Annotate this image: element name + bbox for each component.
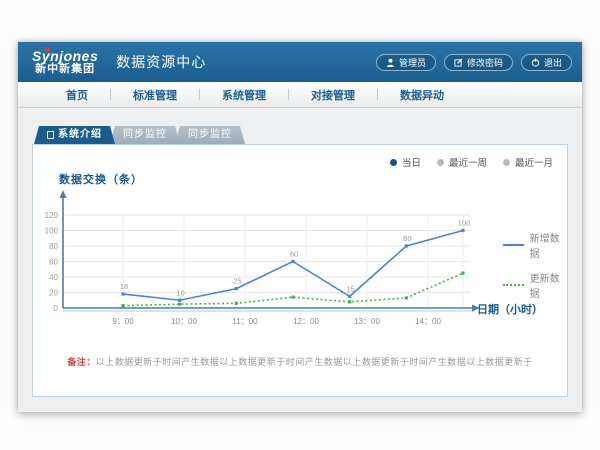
tab-label: 系统介绍 [58, 126, 102, 144]
svg-text:80: 80 [49, 242, 58, 251]
nav-item-home[interactable]: 首页 [44, 87, 110, 103]
svg-text:60: 60 [290, 250, 298, 259]
tab-sync-monitor-1[interactable]: 同步监控 [110, 126, 180, 144]
svg-text:40: 40 [49, 273, 58, 282]
svg-text:13：00: 13：00 [354, 317, 380, 326]
svg-text:14：00: 14：00 [415, 317, 441, 326]
logo-text-en: Synjones [32, 49, 98, 64]
svg-text:0: 0 [54, 304, 59, 313]
footnote-text: 以上数据更新于时间产生数据以上数据更新于时间产生数据以上数据更新于时间产生数据以… [96, 357, 533, 367]
tab-system-intro[interactable]: 系统介绍 [34, 126, 115, 144]
radio-icon [437, 159, 444, 166]
svg-text:120: 120 [45, 211, 59, 220]
svg-text:12：00: 12：00 [293, 317, 319, 326]
change-password-label: 修改密码 [467, 56, 503, 69]
svg-text:10：00: 10：00 [171, 317, 197, 326]
range-option-label: 最近一月 [515, 155, 553, 169]
document-icon [47, 131, 54, 139]
svg-text:20: 20 [49, 289, 58, 298]
page-title: 数据资源中心 [116, 52, 206, 72]
change-password-button[interactable]: 修改密码 [444, 54, 513, 71]
line-chart: 0 20 40 60 80 100 120 9：00 10：00 11：00 12：00 13：00 1… [33, 185, 513, 335]
legend-line-solid [503, 244, 524, 246]
range-option-label: 最近一周 [449, 155, 487, 169]
user-button[interactable]: 管理员 [376, 54, 436, 71]
screen: Synjones 新中新集团 数据资源中心 管理员 修改密码 [0, 0, 600, 450]
legend-line-dotted [503, 284, 524, 286]
logo-text-cn: 新中新集团 [32, 64, 98, 76]
main-nav: 首页 标准管理 系统管理 对接管理 数据异动 [18, 82, 582, 108]
svg-text:18: 18 [120, 282, 128, 291]
svg-text:100: 100 [45, 227, 59, 236]
range-option-last-month[interactable]: 最近一月 [503, 155, 553, 169]
range-option-label: 当日 [402, 155, 421, 169]
user-icon [386, 58, 395, 67]
tab-label: 同步监控 [188, 126, 232, 144]
svg-text:15: 15 [346, 284, 354, 293]
app-window: Synjones 新中新集团 数据资源中心 管理员 修改密码 [18, 42, 582, 412]
footnote: 备注：以上数据更新于时间产生数据以上数据更新于时间产生数据以上数据更新于时间产生… [33, 355, 567, 368]
app-header: Synjones 新中新集团 数据资源中心 管理员 修改密码 [18, 42, 582, 82]
footnote-prefix: 备注： [67, 357, 96, 367]
logo-accent-dot [45, 47, 50, 52]
chart-panel: 当日 最近一周 最近一月 数据交换（条） 0204060801001209：00… [32, 144, 568, 397]
svg-text:10: 10 [176, 288, 184, 297]
radio-icon [390, 159, 397, 166]
time-range-selector: 当日 最近一周 最近一月 [390, 155, 553, 169]
nav-item-data-changes[interactable]: 数据异动 [378, 87, 466, 103]
content-area: 系统介绍 同步监控 同步监控 当日 最近一周 [18, 108, 582, 412]
company-logo: Synjones 新中新集团 [32, 49, 98, 75]
nav-item-integration[interactable]: 对接管理 [289, 87, 377, 103]
legend-label: 新增数据 [530, 230, 567, 260]
chart-legend: 新增数据 更新数据 [503, 230, 567, 300]
x-axis-title: 日期（小时） [477, 301, 543, 317]
power-icon [531, 58, 540, 67]
nav-item-standards[interactable]: 标准管理 [111, 87, 199, 103]
logout-button[interactable]: 退出 [521, 54, 572, 71]
edit-icon [454, 58, 463, 67]
svg-text:100: 100 [458, 219, 471, 228]
user-button-label: 管理员 [399, 56, 426, 69]
tab-bar: 系统介绍 同步监控 同步监控 [34, 126, 568, 144]
legend-item-updated-data: 更新数据 [503, 270, 567, 300]
radio-icon [503, 159, 510, 166]
svg-text:9：00: 9：00 [112, 317, 134, 326]
svg-text:60: 60 [49, 258, 58, 267]
header-actions: 管理员 修改密码 退出 [376, 54, 572, 71]
legend-label: 更新数据 [530, 270, 567, 300]
svg-text:11：00: 11：00 [232, 317, 258, 326]
tab-label: 同步监控 [123, 126, 167, 144]
range-option-today[interactable]: 当日 [390, 155, 421, 169]
tab-sync-monitor-2[interactable]: 同步监控 [175, 126, 245, 144]
logout-label: 退出 [544, 56, 562, 69]
range-option-last-week[interactable]: 最近一周 [437, 155, 487, 169]
svg-text:80: 80 [403, 234, 411, 243]
svg-text:25: 25 [233, 277, 241, 286]
nav-item-system[interactable]: 系统管理 [200, 87, 288, 103]
legend-item-new-data: 新增数据 [503, 230, 567, 260]
